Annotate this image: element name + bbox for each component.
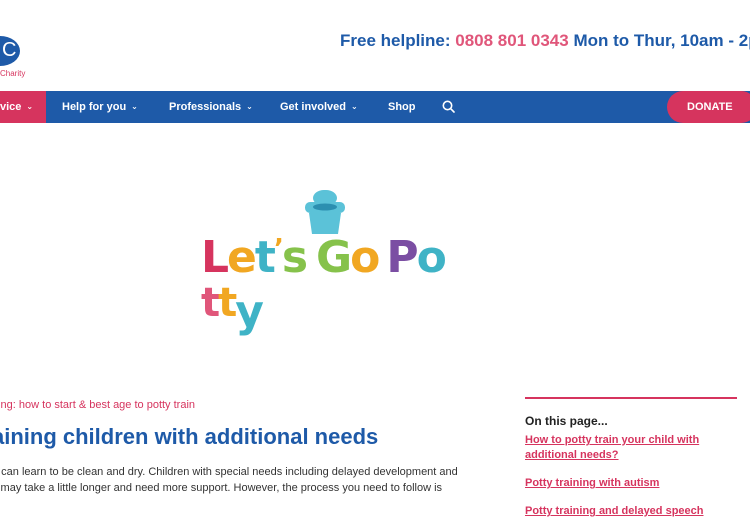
search-icon[interactable] [442, 100, 455, 113]
nav-item-advice[interactable]: vice ⌄ [0, 91, 46, 123]
toc-link-delayed-speech[interactable]: Potty training and delayed speech [525, 504, 725, 519]
donate-button[interactable]: DONATE [667, 91, 750, 123]
wordmark-letter: y [235, 286, 264, 337]
potty-icon [305, 190, 345, 234]
chevron-down-icon: ⌄ [131, 102, 138, 111]
wordmark-letter: s [281, 232, 309, 283]
chevron-down-icon: ⌄ [26, 102, 34, 111]
charity-logo[interactable]: C [0, 36, 20, 66]
breadcrumb[interactable]: ning: how to start & best age to potty t… [0, 399, 195, 411]
helpline-hours: Mon to Thur, 10am - 2pm [573, 31, 750, 50]
chevron-down-icon: ⌄ [246, 102, 253, 111]
nav-item-help-for-you[interactable]: Help for you ⌄ [62, 101, 138, 113]
chevron-down-icon: ⌄ [351, 102, 358, 111]
nav-item-label: Shop [388, 101, 416, 113]
logo-subtitle: Charity [0, 69, 26, 78]
page-title: aining children with additional needs [0, 424, 379, 449]
wordmark-letter: e [227, 232, 257, 283]
main-nav: vice ⌄ Help for you ⌄ Professionals ⌄ Get i… [0, 91, 750, 123]
nav-item-label: vice [0, 101, 22, 113]
intro-paragraph: n can learn to be clean and dry. Childre… [0, 464, 462, 496]
wordmark-letter: L [201, 232, 230, 283]
lets-go-potty-wordmark: Let’s Go Potty [201, 232, 453, 334]
helpline-label: Free helpline: [340, 31, 451, 50]
nav-item-label: Get involved [280, 101, 347, 113]
wordmark-letter: G [316, 232, 353, 283]
logo-letter: C [2, 39, 17, 61]
helpline: Free helpline: 0808 801 0343 Mon to Thur… [340, 31, 750, 51]
nav-item-get-involved[interactable]: Get involved ⌄ [280, 101, 358, 113]
nav-item-shop[interactable]: Shop [388, 101, 416, 113]
toc-link-autism[interactable]: Potty training with autism [525, 476, 725, 491]
nav-item-label: Professionals [169, 101, 242, 113]
wordmark-letter: o [416, 232, 447, 283]
wordmark-letter: o [350, 232, 381, 283]
sidebar-divider [525, 397, 737, 399]
on-this-page-heading: On this page... [525, 414, 608, 428]
wordmark-letter: t [254, 232, 276, 283]
intro-line: n can learn to be clean and dry. Childre… [0, 466, 458, 478]
helpline-number[interactable]: 0808 801 0343 [455, 31, 568, 50]
nav-item-label: Help for you [62, 101, 127, 113]
nav-item-professionals[interactable]: Professionals ⌄ [169, 101, 253, 113]
intro-line: s may take a little longer and need more… [0, 482, 443, 494]
toc-link-additional-needs[interactable]: How to potty train your child with addit… [525, 433, 725, 463]
wordmark-letter: P [386, 232, 419, 283]
